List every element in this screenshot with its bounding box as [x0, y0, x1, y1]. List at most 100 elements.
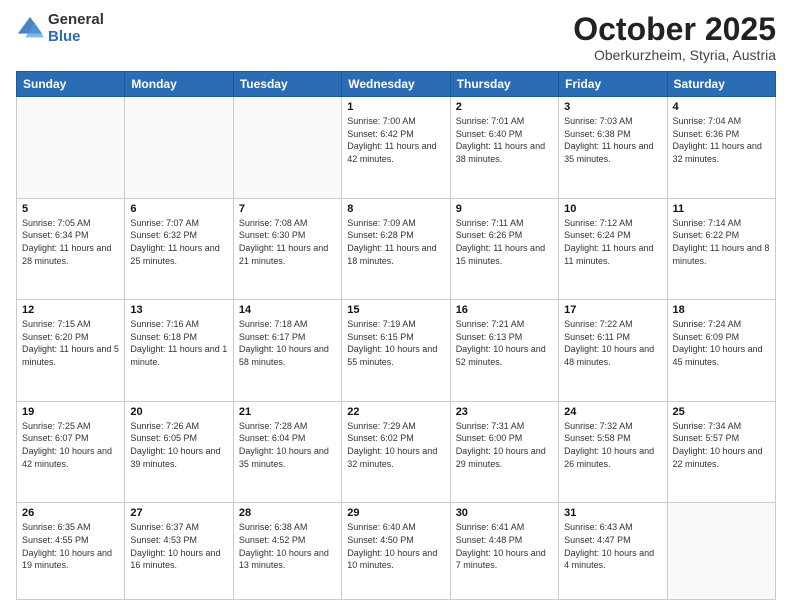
day-number: 9	[456, 203, 553, 215]
day-info: Sunrise: 7:32 AM Sunset: 5:58 PM Dayligh…	[564, 420, 661, 470]
day-number: 27	[130, 507, 227, 519]
table-row: 27Sunrise: 6:37 AM Sunset: 4:53 PM Dayli…	[125, 503, 233, 600]
day-number: 22	[347, 406, 444, 418]
table-row: 3 Sunrise: 7:03 AM Sunset: 6:38 PM Daylig…	[559, 97, 667, 199]
day-info: Sunrise: 6:40 AM Sunset: 4:50 PM Dayligh…	[347, 521, 444, 571]
day-info: Sunrise: 7:16 AM Sunset: 6:18 PM Dayligh…	[130, 318, 227, 368]
logo-general: General	[48, 12, 104, 29]
header-wednesday: Wednesday	[342, 72, 450, 97]
header-friday: Friday	[559, 72, 667, 97]
header: General Blue October 2025 Oberkurzheim, …	[16, 12, 776, 63]
table-row: 9 Sunrise: 7:11 AM Sunset: 6:26 PM Daylig…	[450, 198, 558, 300]
table-row: 21 Sunrise: 7:28 AM Sunset: 6:04 PM Dayli…	[233, 401, 341, 503]
table-row: 31 Sunrise: 6:43 AM Sunset: 4:47 PM Dayli…	[559, 503, 667, 600]
day-info: Sunrise: 7:00 AM Sunset: 6:42 PM Dayligh…	[347, 115, 444, 165]
day-number: 16	[456, 304, 553, 316]
day-info: Sunrise: 7:07 AM Sunset: 6:32 PM Dayligh…	[130, 217, 227, 267]
header-saturday: Saturday	[667, 72, 775, 97]
day-info: Sunrise: 7:25 AM Sunset: 6:07 PM Dayligh…	[22, 420, 119, 470]
table-row: 30 Sunrise: 6:41 AM Sunset: 4:48 PM Dayli…	[450, 503, 558, 600]
table-row: 12 Sunrise: 7:15 AM Sunset: 6:20 PM Dayli…	[17, 300, 125, 402]
day-number: 2	[456, 101, 553, 113]
day-number: 4	[673, 101, 770, 113]
table-row	[667, 503, 775, 600]
day-number: 12	[22, 304, 119, 316]
day-info: Sunrise: 7:03 AM Sunset: 6:38 PM Dayligh…	[564, 115, 661, 165]
day-number: 13	[130, 304, 227, 316]
day-number: 3	[564, 101, 661, 113]
day-info: Sunrise: 7:34 AM Sunset: 5:57 PM Dayligh…	[673, 420, 770, 470]
logo-blue: Blue	[48, 29, 104, 46]
day-info: Sunrise: 7:19 AM Sunset: 6:15 PM Dayligh…	[347, 318, 444, 368]
header-tuesday: Tuesday	[233, 72, 341, 97]
title-month: October 2025	[573, 12, 776, 47]
table-row	[17, 97, 125, 199]
day-info: Sunrise: 7:04 AM Sunset: 6:36 PM Dayligh…	[673, 115, 770, 165]
day-number: 8	[347, 203, 444, 215]
table-row: 10 Sunrise: 7:12 AM Sunset: 6:24 PM Dayli…	[559, 198, 667, 300]
table-row: 13 Sunrise: 7:16 AM Sunset: 6:18 PM Dayli…	[125, 300, 233, 402]
table-row: 5 Sunrise: 7:05 AM Sunset: 6:34 PM Daylig…	[17, 198, 125, 300]
day-info: Sunrise: 7:14 AM Sunset: 6:22 PM Dayligh…	[673, 217, 770, 267]
table-row: 8 Sunrise: 7:09 AM Sunset: 6:28 PM Daylig…	[342, 198, 450, 300]
day-info: Sunrise: 7:08 AM Sunset: 6:30 PM Dayligh…	[239, 217, 336, 267]
day-number: 24	[564, 406, 661, 418]
day-number: 28	[239, 507, 336, 519]
day-info: Sunrise: 7:11 AM Sunset: 6:26 PM Dayligh…	[456, 217, 553, 267]
day-info: Sunrise: 7:26 AM Sunset: 6:05 PM Dayligh…	[130, 420, 227, 470]
table-row: 28 Sunrise: 6:38 AM Sunset: 4:52 PM Dayli…	[233, 503, 341, 600]
day-number: 21	[239, 406, 336, 418]
table-row: 29Sunrise: 6:40 AM Sunset: 4:50 PM Dayli…	[342, 503, 450, 600]
table-row: 26Sunrise: 6:35 AM Sunset: 4:55 PM Dayli…	[17, 503, 125, 600]
day-info: Sunrise: 7:05 AM Sunset: 6:34 PM Dayligh…	[22, 217, 119, 267]
day-number: 31	[564, 507, 661, 519]
day-info: Sunrise: 6:38 AM Sunset: 4:52 PM Dayligh…	[239, 521, 336, 571]
day-info: Sunrise: 7:18 AM Sunset: 6:17 PM Dayligh…	[239, 318, 336, 368]
day-number: 15	[347, 304, 444, 316]
logo-text: General Blue	[48, 12, 104, 45]
day-info: Sunrise: 7:21 AM Sunset: 6:13 PM Dayligh…	[456, 318, 553, 368]
day-number: 19	[22, 406, 119, 418]
day-info: Sunrise: 6:41 AM Sunset: 4:48 PM Dayligh…	[456, 521, 553, 571]
day-number: 30	[456, 507, 553, 519]
table-row: 20 Sunrise: 7:26 AM Sunset: 6:05 PM Dayli…	[125, 401, 233, 503]
table-row: 17 Sunrise: 7:22 AM Sunset: 6:11 PM Dayli…	[559, 300, 667, 402]
day-info: Sunrise: 7:01 AM Sunset: 6:40 PM Dayligh…	[456, 115, 553, 165]
day-info: Sunrise: 7:22 AM Sunset: 6:11 PM Dayligh…	[564, 318, 661, 368]
day-info: Sunrise: 7:24 AM Sunset: 6:09 PM Dayligh…	[673, 318, 770, 368]
day-number: 25	[673, 406, 770, 418]
calendar-header-row: Sunday Monday Tuesday Wednesday Thursday…	[17, 72, 776, 97]
day-info: Sunrise: 7:15 AM Sunset: 6:20 PM Dayligh…	[22, 318, 119, 368]
table-row: 11Sunrise: 7:14 AM Sunset: 6:22 PM Dayli…	[667, 198, 775, 300]
title-block: October 2025 Oberkurzheim, Styria, Austr…	[573, 12, 776, 63]
table-row: 23Sunrise: 7:31 AM Sunset: 6:00 PM Dayli…	[450, 401, 558, 503]
calendar-table: Sunday Monday Tuesday Wednesday Thursday…	[16, 71, 776, 600]
table-row: 4 Sunrise: 7:04 AM Sunset: 6:36 PM Daylig…	[667, 97, 775, 199]
table-row: 2 Sunrise: 7:01 AM Sunset: 6:40 PM Daylig…	[450, 97, 558, 199]
table-row: 25 Sunrise: 7:34 AM Sunset: 5:57 PM Dayli…	[667, 401, 775, 503]
page: General Blue October 2025 Oberkurzheim, …	[0, 0, 792, 612]
day-number: 14	[239, 304, 336, 316]
day-info: Sunrise: 7:31 AM Sunset: 6:00 PM Dayligh…	[456, 420, 553, 470]
day-number: 17	[564, 304, 661, 316]
table-row: 19 Sunrise: 7:25 AM Sunset: 6:07 PM Dayli…	[17, 401, 125, 503]
table-row: 1 Sunrise: 7:00 AM Sunset: 6:42 PM Daylig…	[342, 97, 450, 199]
day-info: Sunrise: 7:28 AM Sunset: 6:04 PM Dayligh…	[239, 420, 336, 470]
day-number: 26	[22, 507, 119, 519]
day-number: 10	[564, 203, 661, 215]
day-info: Sunrise: 7:29 AM Sunset: 6:02 PM Dayligh…	[347, 420, 444, 470]
day-number: 6	[130, 203, 227, 215]
day-number: 18	[673, 304, 770, 316]
day-info: Sunrise: 7:09 AM Sunset: 6:28 PM Dayligh…	[347, 217, 444, 267]
day-number: 20	[130, 406, 227, 418]
table-row: 16 Sunrise: 7:21 AM Sunset: 6:13 PM Dayli…	[450, 300, 558, 402]
table-row: 6 Sunrise: 7:07 AM Sunset: 6:32 PM Daylig…	[125, 198, 233, 300]
day-info: Sunrise: 6:43 AM Sunset: 4:47 PM Dayligh…	[564, 521, 661, 571]
day-number: 1	[347, 101, 444, 113]
title-location: Oberkurzheim, Styria, Austria	[573, 47, 776, 63]
table-row: 18 Sunrise: 7:24 AM Sunset: 6:09 PM Dayli…	[667, 300, 775, 402]
table-row: 14 Sunrise: 7:18 AM Sunset: 6:17 PM Dayli…	[233, 300, 341, 402]
day-number: 5	[22, 203, 119, 215]
day-info: Sunrise: 7:12 AM Sunset: 6:24 PM Dayligh…	[564, 217, 661, 267]
table-row: 15 Sunrise: 7:19 AM Sunset: 6:15 PM Dayli…	[342, 300, 450, 402]
